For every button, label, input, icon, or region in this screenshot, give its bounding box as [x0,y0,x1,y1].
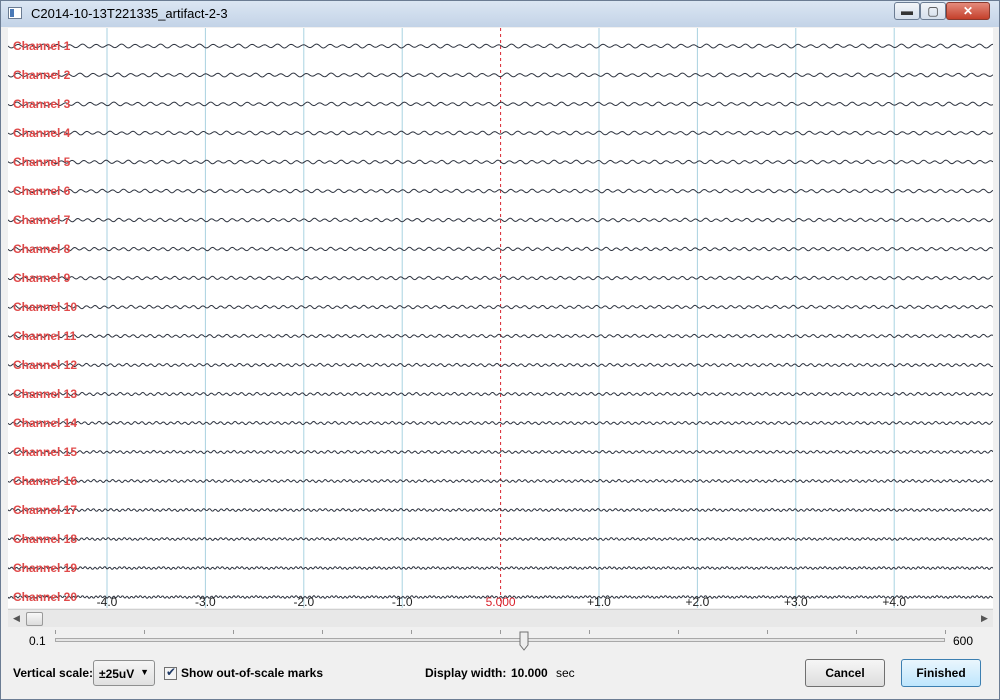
window-title: C2014-10-13T221335_artifact-2-3 [31,6,228,21]
channel-trace [8,72,993,78]
channel-label: Channel 4 [13,126,71,140]
title-bar[interactable]: C2014-10-13T221335_artifact-2-3 ▬ ▢ ✕ [1,1,999,27]
chevron-down-icon: ▼ [140,667,149,677]
channel-label: Channel 7 [13,213,71,227]
show-marks-checkbox[interactable]: ✔ [164,665,177,680]
maximize-button[interactable]: ▢ [920,2,946,20]
channel-label: Channel 15 [13,445,77,459]
app-icon [8,7,22,19]
time-tick-label: +1.0 [587,595,611,608]
zoom-slider-tick [233,630,234,634]
zoom-slider-tick [55,630,56,634]
channel-label: Channel 10 [13,300,77,314]
vertical-scale-label: Vertical scale: [13,666,94,680]
eeg-plot-area[interactable]: Channel 1 Channel 2 Channel 3 Channel 4 Chan… [8,28,993,608]
time-tick-label: -2.0 [293,595,314,608]
channel-label: Channel 5 [13,155,71,169]
show-marks-label[interactable]: Show out-of-scale marks [181,666,323,680]
channel-label: Channel 20 [13,590,77,604]
channel-label: Channel 18 [13,532,77,546]
channel-label: Channel 1 [13,39,71,53]
current-time-label: 5.000 [486,595,516,608]
display-width-unit: sec [556,666,575,680]
zoom-slider-tick [144,630,145,634]
zoom-slider-tick [945,630,946,634]
channel-label: Channel 9 [13,271,71,285]
channel-label: Channel 8 [13,242,71,256]
zoom-slider-tick [322,630,323,634]
time-tick-label: +2.0 [686,595,710,608]
time-tick-label: -1.0 [392,595,413,608]
cancel-button[interactable]: Cancel [805,659,885,687]
maximize-icon: ▢ [927,4,939,18]
minimize-button[interactable]: ▬ [894,2,920,20]
time-tick-label: +4.0 [882,595,906,608]
scroll-right-icon[interactable]: ▶ [976,610,993,627]
channel-trace [8,536,993,542]
close-icon: ✕ [962,4,974,18]
zoom-slider-tick [678,630,679,634]
zoom-slider-tick [767,630,768,634]
channel-trace [8,101,993,107]
eeg-plot-svg: Channel 1 Channel 2 Channel 3 Channel 4 Chan… [8,28,993,608]
zoom-slider-tick [589,630,590,634]
channel-label: Channel 11 [13,329,77,343]
scrollbar-thumb[interactable] [26,612,43,626]
channel-label: Channel 17 [13,503,77,517]
checkmark-icon: ✔ [166,665,177,679]
time-tick-label: +3.0 [784,595,808,608]
time-tick-label: -3.0 [195,595,216,608]
zoom-slider-tick [500,630,501,634]
zoom-max-label: 600 [953,634,974,648]
channel-label: Channel 12 [13,358,77,372]
display-width-value: 10.000 [511,666,548,680]
channel-trace [8,565,993,571]
finished-button[interactable]: Finished [901,659,981,687]
channel-label: Channel 14 [13,416,77,430]
vertical-scale-dropdown[interactable]: ±25uV ▼ [93,660,155,686]
zoom-min-label: 0.1 [29,634,46,648]
app-window: C2014-10-13T221335_artifact-2-3 ▬ ▢ ✕ Ch… [0,0,1000,700]
close-button[interactable]: ✕ [946,2,990,20]
zoom-slider-tick [411,630,412,634]
channel-label: Channel 3 [13,97,71,111]
vertical-scale-value: ±25uV [99,667,135,681]
channel-label: Channel 19 [13,561,77,575]
zoom-slider-tick [856,630,857,634]
zoom-slider-thumb[interactable] [519,631,529,651]
channel-label: Channel 2 [13,68,71,82]
zoom-slider-track[interactable] [55,638,945,642]
time-tick-label: -4.0 [97,595,118,608]
channel-label: Channel 6 [13,184,71,198]
minimize-icon: ▬ [901,4,913,18]
time-scrollbar[interactable]: ◀ ▶ [8,609,993,627]
scroll-left-icon[interactable]: ◀ [8,610,25,627]
display-width-label: Display width: [425,666,507,680]
channel-label: Channel 16 [13,474,77,488]
channel-label: Channel 13 [13,387,77,401]
